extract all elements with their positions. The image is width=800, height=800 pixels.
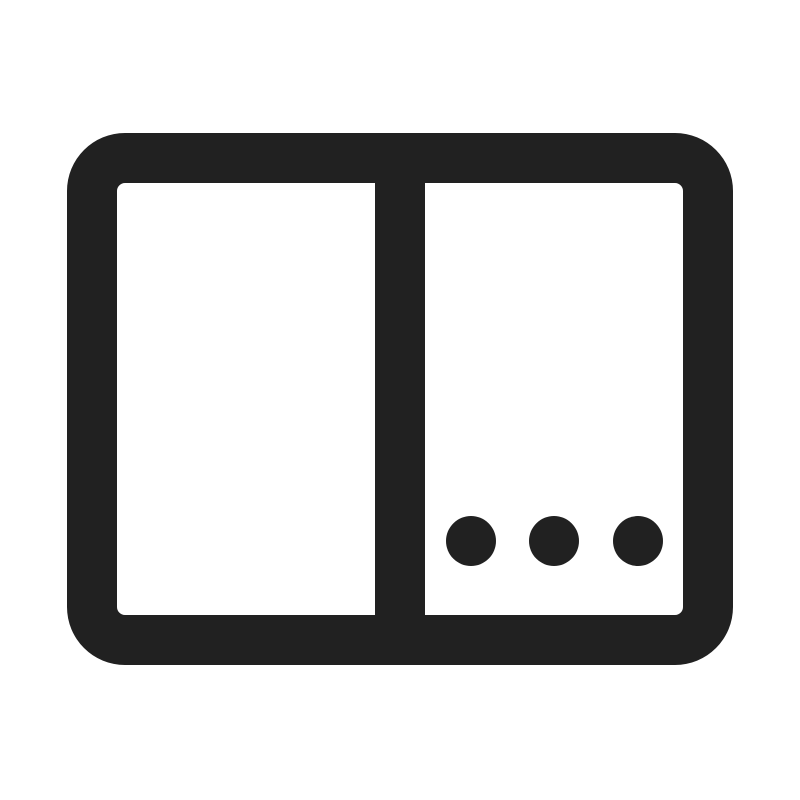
dot-1 <box>446 516 496 566</box>
dot-2 <box>529 516 579 566</box>
icon-canvas <box>0 0 800 800</box>
dot-3 <box>613 516 663 566</box>
panel-divider <box>375 158 425 640</box>
split-panel-more-icon <box>67 133 733 665</box>
